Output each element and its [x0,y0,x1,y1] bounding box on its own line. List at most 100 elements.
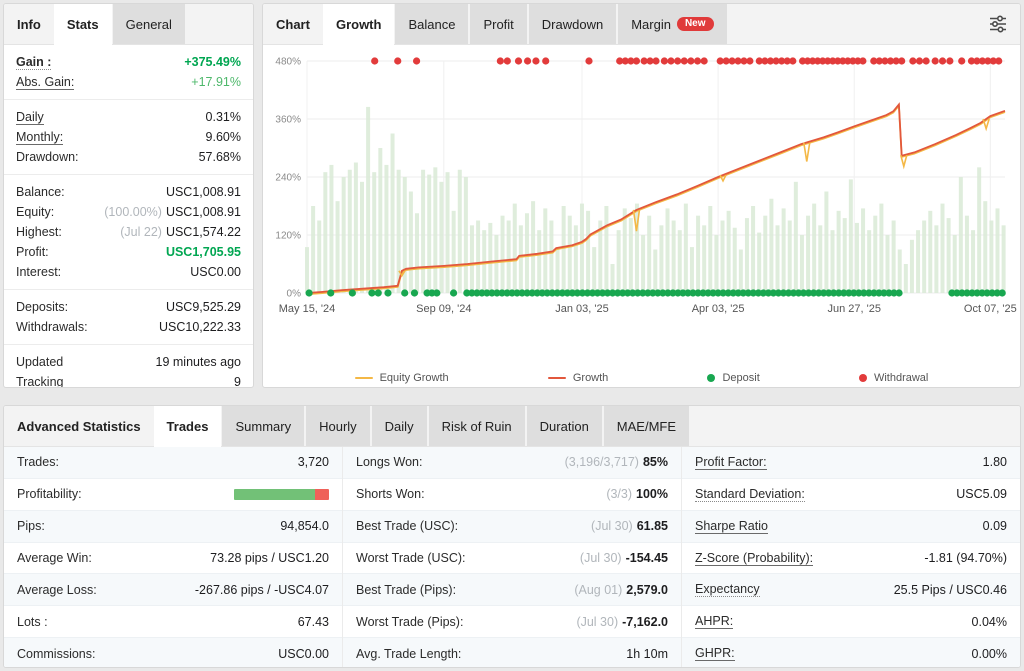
y-axis-tick-label: 240% [275,173,301,184]
volume-bar [629,218,633,293]
stat-label: Pips: [17,519,45,533]
tab-margin[interactable]: MarginNew [618,4,726,44]
tab-duration[interactable]: Duration [527,406,602,446]
tab-label: Risk of Ruin [442,419,512,434]
x-axis-tick-label: Apr 03, '25 [692,303,745,315]
profitability-bar [234,489,329,500]
tab-hourly[interactable]: Hourly [306,406,370,446]
tab-mae-mfe[interactable]: MAE/MFE [604,406,689,446]
stat-value: (Jul 30)-7,162.0 [576,615,668,629]
withdrawal-dot [524,57,531,64]
stat-value-number: 19 minutes ago [156,355,241,369]
tab-profit[interactable]: Profit [470,4,526,44]
deposit-dot [327,289,334,296]
volume-bar [617,230,621,293]
stats-panel-body: Gain :+375.49%Abs. Gain:+17.91%Daily0.31… [4,45,253,388]
volume-bar [305,247,309,293]
stat-row-deposits: Deposits:USC9,525.29 [16,297,241,317]
volume-bar [721,221,725,294]
volume-bar [391,134,395,294]
stat-label[interactable]: Daily [16,110,44,125]
volume-bar [806,216,810,293]
stat-row-worst-trade-usc: Worst Trade (USC):(Jul 30)-154.45 [343,543,681,575]
tab-chart[interactable]: Chart [263,4,323,44]
stat-label[interactable]: Monthly: [16,130,63,145]
withdrawal-dot [585,57,592,64]
stat-label[interactable]: Standard Deviation: [695,487,805,502]
tab-info[interactable]: Info [4,4,54,44]
stat-row-daily: Daily0.31% [16,107,241,127]
stat-value: (Jul 22)USC1,574.22 [120,225,241,239]
deposit-dot [305,289,312,296]
volume-bar [910,240,914,293]
stat-value: USC9,525.29 [166,300,241,314]
legend-item-deposit[interactable]: Deposit [707,372,759,384]
stat-row-worst-trade-pips: Worst Trade (Pips):(Jul 30)-7,162.0 [343,606,681,638]
volume-bar [782,208,786,293]
volume-bar [745,218,749,293]
volume-bar [470,225,474,293]
volume-bar [892,221,896,294]
stat-value-number: 1.80 [983,455,1007,469]
stat-value-number: +375.49% [184,55,241,69]
equity-dip [804,142,810,161]
stat-value: (3/3)100% [606,487,668,501]
volume-bar [965,216,969,293]
legend-item-equity-growth[interactable]: Equity Growth [355,372,449,384]
volume-bar [934,225,938,293]
volume-bar [458,170,462,293]
volume-bar [995,208,999,293]
chart-settings-sliders-icon[interactable] [976,4,1020,44]
stat-label[interactable]: Gain : [16,55,51,70]
volume-bar [409,192,413,294]
withdrawal-dot [946,57,953,64]
stat-label[interactable]: GHPR: [695,646,735,661]
stat-value: 57.68% [199,150,241,164]
tab-advanced-statistics[interactable]: Advanced Statistics [4,406,154,446]
stat-value: 19 minutes ago [156,355,241,369]
stat-value-number: USC0.00 [278,647,329,661]
volume-bar [494,235,498,293]
volume-bar [562,206,566,293]
tab-stats[interactable]: Stats [54,4,112,45]
stat-label[interactable]: Abs. Gain: [16,75,74,90]
volume-bar [366,107,370,293]
stat-label: Best Trade (USC): [356,519,458,533]
growth-chart-canvas[interactable]: 0%120%240%360%480%May 15, '24Sep 09, '24… [265,47,1020,359]
tab-balance[interactable]: Balance [395,4,468,44]
volume-bar [879,204,883,293]
volume-bar [977,167,981,293]
stat-value: 73.28 pips / USC1.20 [210,551,329,565]
tab-summary[interactable]: Summary [222,406,304,446]
stat-value: -267.86 pips / -USC4.07 [195,583,329,597]
stat-label[interactable]: AHPR: [695,614,733,629]
stat-label[interactable]: Z-Score (Probability): [695,551,813,566]
stat-label[interactable]: Expectancy [695,582,760,597]
tab-general[interactable]: General [113,4,185,44]
legend-item-withdrawal[interactable]: Withdrawal [859,372,928,384]
stat-value-number: -267.86 pips / -USC4.07 [195,583,329,597]
tab-risk-of-ruin[interactable]: Risk of Ruin [429,406,525,446]
stat-value: (Jul 30)61.85 [591,519,668,533]
tab-daily[interactable]: Daily [372,406,427,446]
volume-bar [592,247,596,293]
volume-bar [323,172,327,293]
stats-section: Balance:USC1,008.91Equity:(100.00%)USC1,… [4,175,253,290]
volume-bar [886,235,890,293]
stat-value-context: (Jul 22) [120,225,162,239]
legend-item-growth[interactable]: Growth [548,372,608,384]
tab-drawdown[interactable]: Drawdown [529,4,616,44]
volume-bar [898,250,902,294]
stat-label[interactable]: Profit Factor: [695,455,767,470]
volume-bar [446,172,450,293]
stat-row-average-loss: Average Loss:-267.86 pips / -USC4.07 [4,574,342,606]
stat-value-number: USC5.09 [956,487,1007,501]
stat-value-number: -154.45 [626,551,668,565]
stat-label[interactable]: Sharpe Ratio [695,519,768,534]
stat-row-updated: Updated19 minutes ago [16,352,241,372]
tab-trades[interactable]: Trades [154,406,222,447]
volume-bar [727,211,731,293]
stat-value-context: (3,196/3,717) [565,455,639,469]
volume-bar [384,165,388,293]
tab-growth[interactable]: Growth [323,4,395,45]
